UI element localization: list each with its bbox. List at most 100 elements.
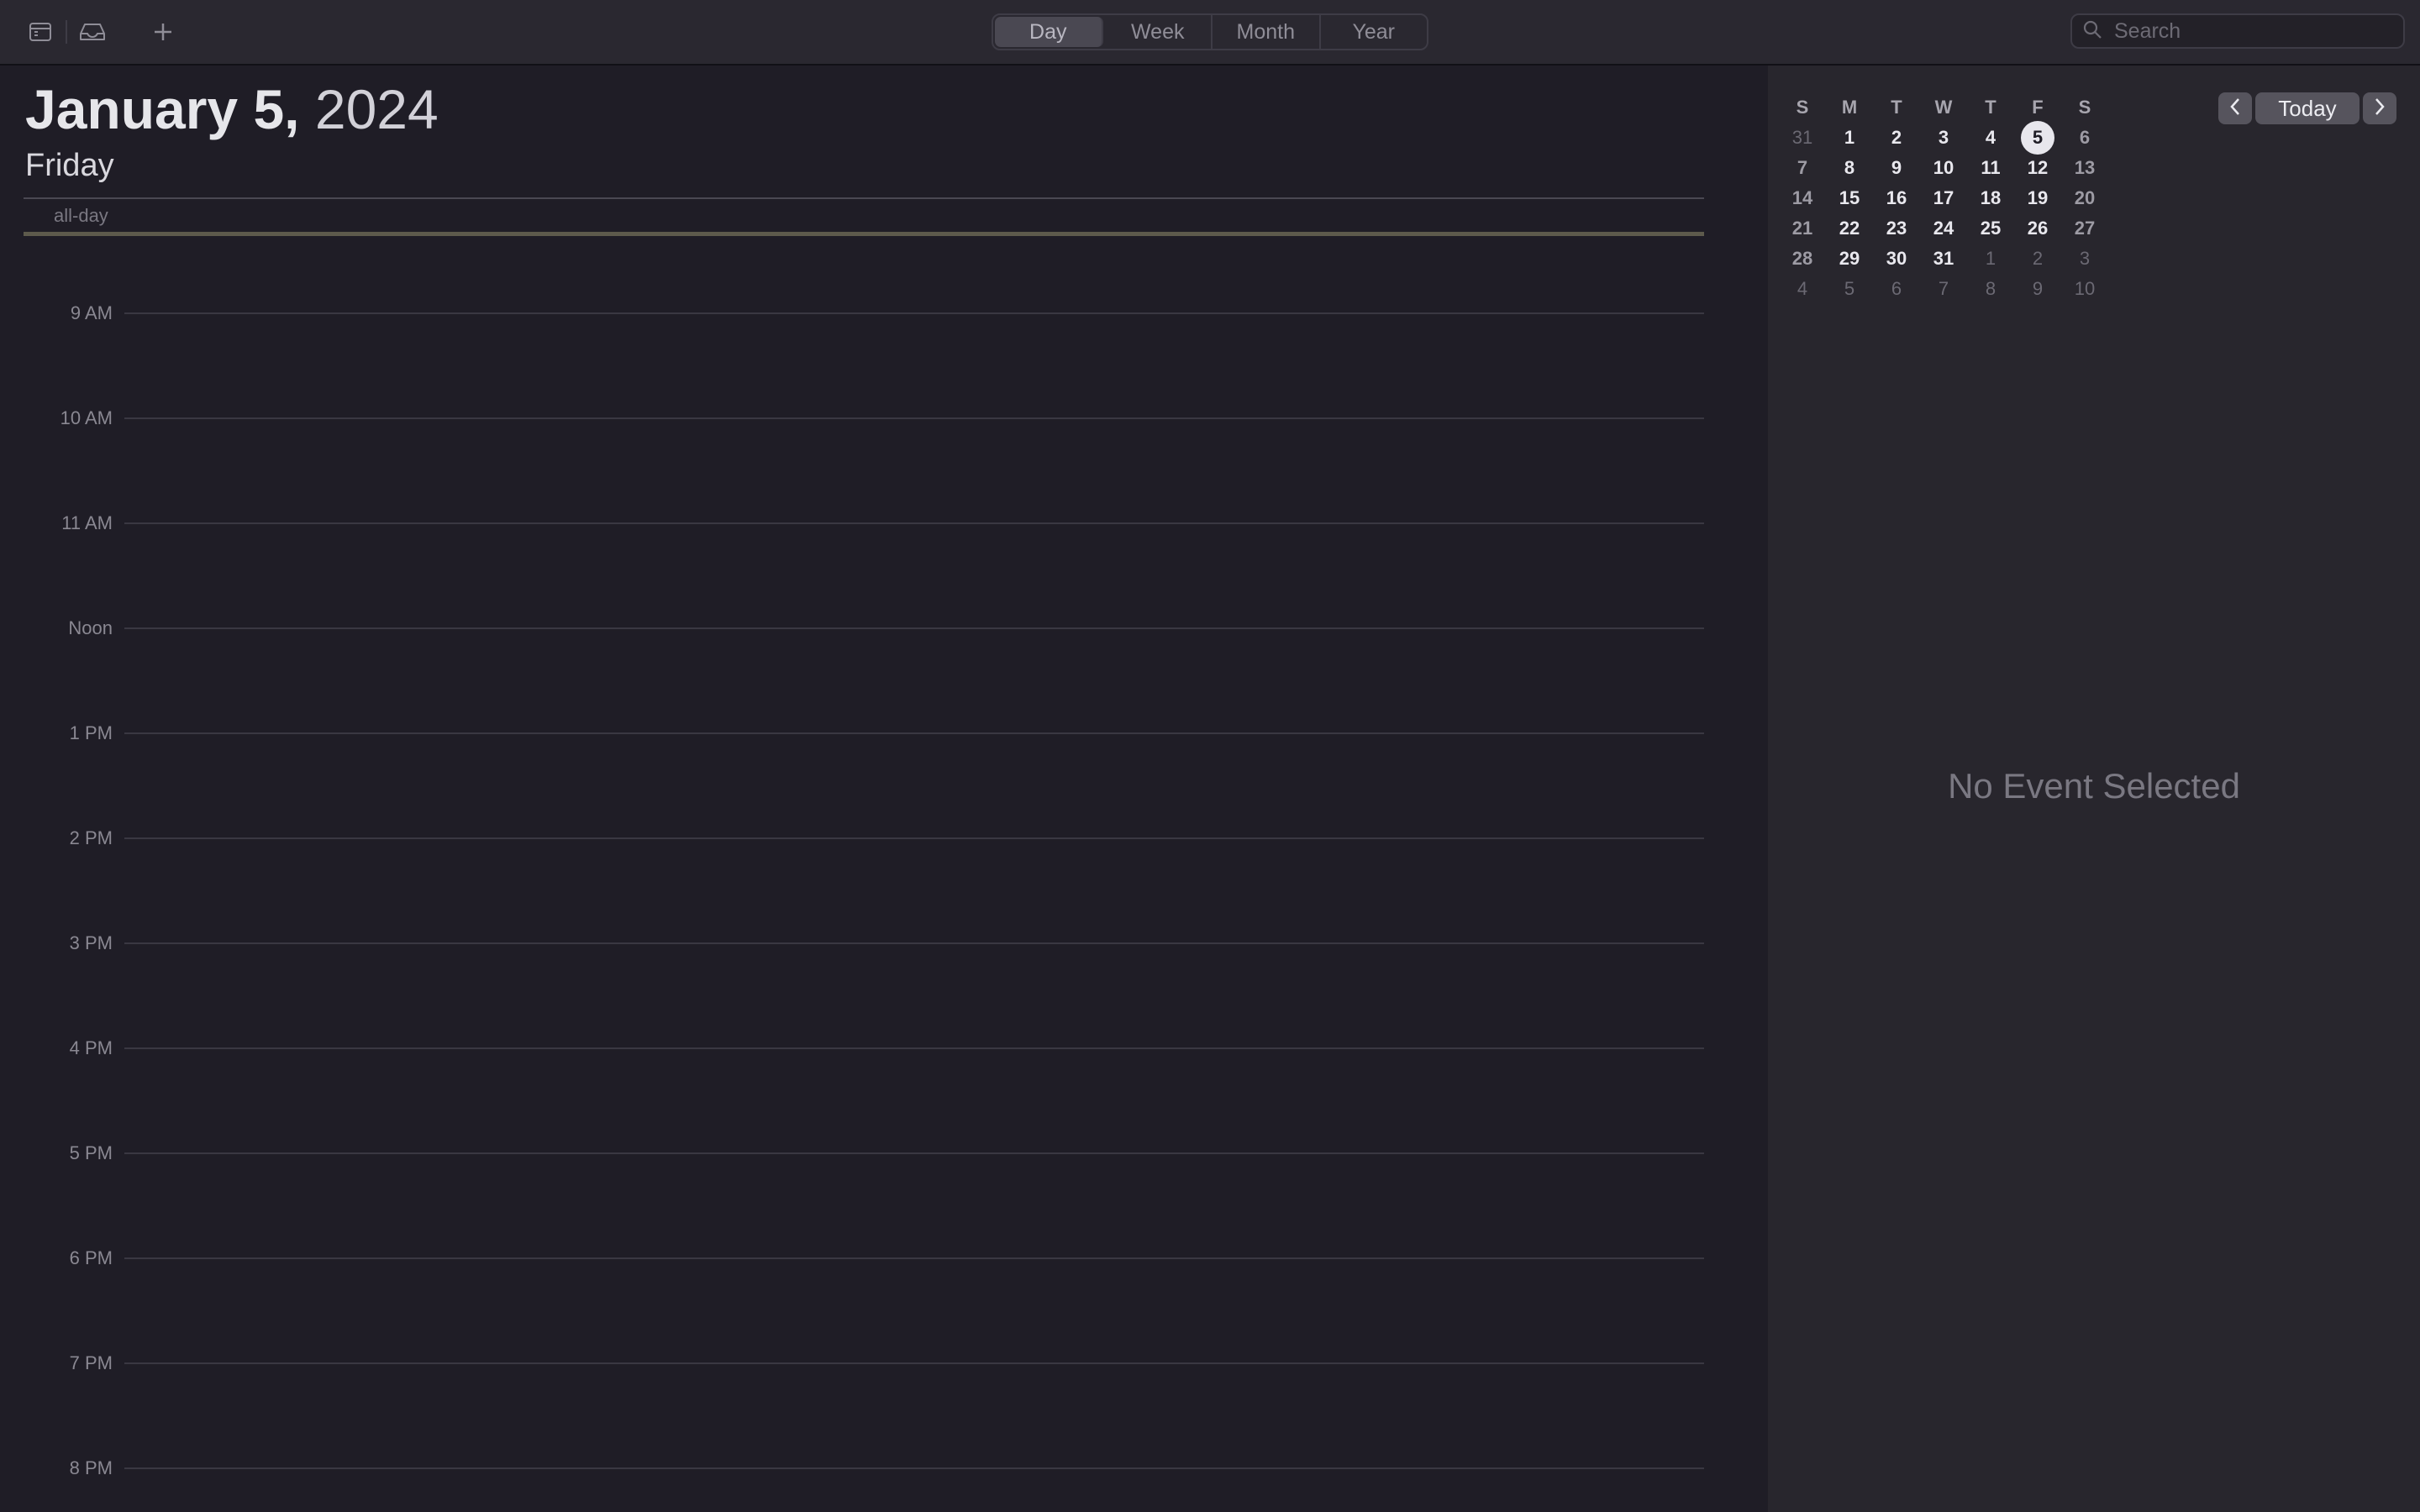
hour-row[interactable]: 2 PM (0, 827, 1706, 853)
hour-row[interactable]: 8 PM (0, 1457, 1706, 1483)
mini-calendar-day[interactable]: 26 (2014, 218, 2061, 239)
mini-calendar-day[interactable]: 6 (1873, 278, 1920, 300)
tab-week[interactable]: Week (1105, 15, 1213, 49)
mini-calendar-day[interactable]: 31 (1779, 127, 1826, 149)
hour-row[interactable]: 3 PM (0, 932, 1706, 958)
day-number: 1 (1985, 248, 1996, 269)
hour-row[interactable]: Noon (0, 617, 1706, 643)
day-number: 25 (1980, 218, 2002, 239)
mini-calendar-day[interactable]: 8 (1826, 157, 1873, 179)
hour-row[interactable]: 5 PM (0, 1142, 1706, 1168)
day-number: 11 (1981, 157, 2001, 178)
mini-calendar-day[interactable]: 28 (1779, 248, 1826, 270)
chevron-right-icon (2373, 96, 2386, 122)
tab-day[interactable]: Day (995, 17, 1103, 47)
mini-calendar-day[interactable]: 13 (2061, 157, 2108, 179)
day-number: 9 (2032, 278, 2044, 299)
day-number: 9 (1891, 157, 1902, 178)
mini-calendar-day[interactable]: 31 (1920, 248, 1967, 270)
hour-row[interactable]: 11 AM (0, 512, 1706, 538)
next-button[interactable] (2363, 92, 2396, 124)
mini-calendar-day[interactable]: 22 (1826, 218, 1873, 239)
mini-calendar-day[interactable]: 18 (1967, 187, 2014, 209)
mini-calendar-day[interactable]: 16 (1873, 187, 1920, 209)
mini-calendar-day[interactable]: 8 (1967, 278, 2014, 300)
plus-icon[interactable] (146, 15, 180, 49)
day-number: 27 (2074, 218, 2096, 239)
mini-calendar-day[interactable]: 10 (2061, 278, 2108, 300)
hour-label: 3 PM (69, 932, 113, 953)
mini-calendar-day[interactable]: 19 (2014, 187, 2061, 209)
mini-calendar-day[interactable]: 10 (1920, 157, 1967, 179)
mini-calendar-day[interactable]: 11 (1967, 157, 2014, 179)
previous-button[interactable] (2218, 92, 2252, 124)
hour-label: 11 AM (61, 512, 113, 533)
mini-calendar-day[interactable]: 7 (1779, 157, 1826, 179)
day-number: 31 (1933, 248, 1954, 269)
weekday-header: T (1985, 97, 1996, 118)
mini-calendar-day[interactable]: 6 (2061, 127, 2108, 149)
chevron-left-icon (2228, 96, 2242, 122)
day-number: 14 (1791, 187, 1813, 208)
day-number: 22 (1839, 218, 1860, 239)
day-number: 28 (1791, 248, 1813, 269)
weekday-label: Friday (25, 148, 114, 183)
day-number: 7 (1797, 157, 1808, 178)
hour-label: 6 PM (69, 1247, 113, 1268)
mini-calendar-day[interactable]: 4 (1779, 278, 1826, 300)
mini-calendar-day[interactable]: 1 (1826, 127, 1873, 149)
mini-calendar-day[interactable]: 1 (1967, 248, 2014, 270)
mini-calendar-day[interactable]: 30 (1873, 248, 1920, 270)
day-number: 10 (2074, 278, 2096, 299)
date-year: 2024 (314, 78, 439, 140)
hour-line (124, 1047, 1704, 1049)
mini-calendar-day[interactable]: 25 (1967, 218, 2014, 239)
day-number: 5 (2021, 121, 2054, 155)
mini-calendar-day[interactable]: 9 (1873, 157, 1920, 179)
mini-calendar-day[interactable]: 21 (1779, 218, 1826, 239)
search-placeholder: Search (2114, 18, 2181, 43)
hour-row[interactable]: 10 AM (0, 407, 1706, 433)
day-number: 7 (1938, 278, 1949, 299)
mini-calendar-day[interactable]: 4 (1967, 127, 2014, 149)
mini-calendar-day[interactable]: 2 (2014, 248, 2061, 270)
hour-row[interactable]: 4 PM (0, 1037, 1706, 1063)
mini-calendar-day[interactable]: 20 (2061, 187, 2108, 209)
hour-line (124, 1152, 1704, 1154)
date-month-day: January 5, (25, 78, 300, 140)
mini-calendar-day[interactable]: 29 (1826, 248, 1873, 270)
day-number: 30 (1886, 248, 1907, 269)
mini-calendar-day[interactable]: 23 (1873, 218, 1920, 239)
search-input[interactable]: Search (2070, 13, 2405, 49)
day-number: 17 (1933, 187, 1954, 208)
mini-calendar-day[interactable]: 15 (1826, 187, 1873, 209)
day-number: 23 (1886, 218, 1907, 239)
mini-calendar-day-selected[interactable]: 5 (2014, 121, 2061, 155)
calendars-sidebar-icon[interactable] (24, 15, 57, 49)
inbox-icon[interactable] (76, 15, 109, 49)
day-number: 21 (1791, 218, 1813, 239)
hour-row[interactable]: 7 PM (0, 1352, 1706, 1378)
mini-calendar-day[interactable]: 2 (1873, 127, 1920, 149)
mini-calendar-day[interactable]: 17 (1920, 187, 1967, 209)
hour-label: 1 PM (69, 722, 113, 743)
mini-calendar-day[interactable]: 27 (2061, 218, 2108, 239)
tab-year[interactable]: Year (1321, 15, 1428, 49)
mini-calendar-day[interactable]: 3 (2061, 248, 2108, 270)
tab-month[interactable]: Month (1213, 15, 1321, 49)
day-number: 29 (1839, 248, 1860, 269)
today-button[interactable]: Today (2255, 92, 2360, 124)
mini-calendar-day[interactable]: 5 (1826, 278, 1873, 300)
view-switcher: Day Week Month Year (992, 13, 1428, 50)
mini-calendar-day[interactable]: 14 (1779, 187, 1826, 209)
mini-calendar-day[interactable]: 9 (2014, 278, 2061, 300)
hour-row[interactable]: 9 AM (0, 302, 1706, 328)
mini-calendar-day[interactable]: 3 (1920, 127, 1967, 149)
hour-row[interactable]: 6 PM (0, 1247, 1706, 1273)
hour-line (124, 1257, 1704, 1259)
mini-calendar-day[interactable]: 12 (2014, 157, 2061, 179)
all-day-divider[interactable] (24, 232, 1704, 236)
mini-calendar-day[interactable]: 24 (1920, 218, 1967, 239)
hour-row[interactable]: 1 PM (0, 722, 1706, 748)
mini-calendar-day[interactable]: 7 (1920, 278, 1967, 300)
